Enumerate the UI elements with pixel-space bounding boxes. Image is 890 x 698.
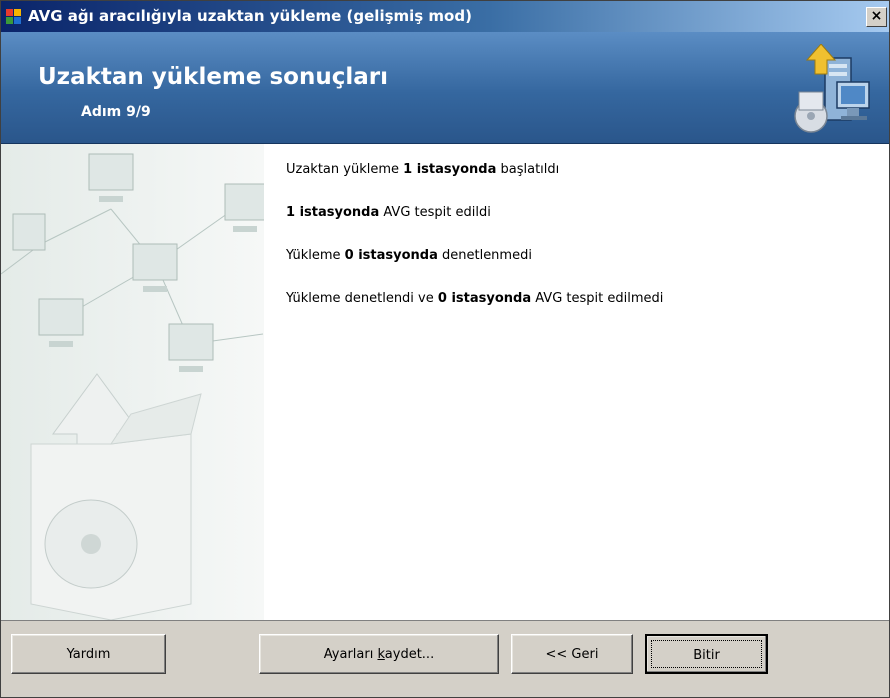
title-bar: AVG ağı aracılığıyla uzaktan yükleme (ge… (1, 1, 889, 32)
window-title: AVG ağı aracılığıyla uzaktan yükleme (ge… (28, 7, 472, 25)
wizard-header: Uzaktan yükleme sonuçları Adım 9/9 (1, 32, 889, 144)
page-title: Uzaktan yükleme sonuçları (38, 64, 388, 90)
avg-logo-icon (6, 9, 21, 24)
results-list: Uzaktan yükleme 1 istasyonda başlatıldı … (286, 162, 866, 334)
wizard-body: Uzaktan yükleme 1 istasyonda başlatıldı … (1, 144, 889, 620)
step-indicator: Adım 9/9 (81, 104, 151, 120)
result-started: Uzaktan yükleme 1 istasyonda başlatıldı (286, 162, 560, 177)
focus-rect (651, 640, 762, 668)
close-button[interactable]: × (866, 7, 887, 27)
result-avg-detected: 1 istasyonda AVG tespit edildi (286, 205, 491, 220)
back-button[interactable]: << Geri (511, 634, 633, 674)
result-not-checked: Yükleme 0 istasyonda denetlenmedi (286, 248, 532, 263)
button-bar: Yardım Ayarları kaydet... << Geri Bitir (1, 620, 889, 697)
finish-button[interactable]: Bitir (645, 634, 768, 674)
network-illustration (1, 144, 264, 620)
save-settings-button[interactable]: Ayarları kaydet... (259, 634, 499, 674)
help-button[interactable]: Yardım (11, 634, 166, 674)
dialog-window: AVG ağı aracılığıyla uzaktan yükleme (ge… (0, 0, 890, 698)
result-avg-not-detected: Yükleme denetlendi ve 0 istasyonda AVG t… (286, 291, 664, 306)
remote-install-icon (794, 44, 870, 133)
